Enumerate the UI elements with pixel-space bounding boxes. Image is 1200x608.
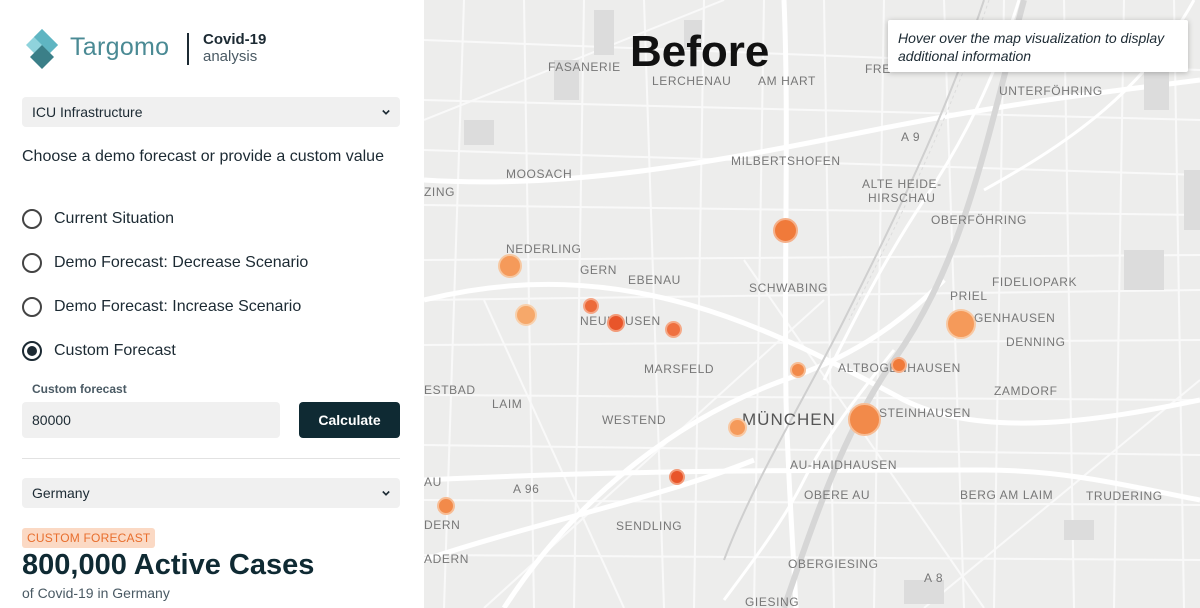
radio-current-situation[interactable]: Current Situation	[22, 207, 174, 231]
layer-select[interactable]: ICU Infrastructure	[22, 97, 400, 127]
map-label-hirschau: HIRSCHAU	[868, 191, 936, 205]
radio-custom-forecast[interactable]: Custom Forecast	[22, 339, 176, 363]
icu-bubble[interactable]	[848, 403, 881, 436]
icu-bubble[interactable]	[515, 304, 537, 326]
map-label-zamdorf: ZAMDORF	[994, 384, 1058, 398]
chevron-down-icon	[382, 489, 390, 497]
icu-bubble[interactable]	[790, 362, 806, 378]
map-label-milbertshofen: MILBERTSHOFEN	[731, 154, 841, 168]
icu-bubble[interactable]	[665, 321, 682, 338]
map-label-oberfohring: OBERFÖHRING	[931, 213, 1027, 227]
icu-bubble[interactable]	[498, 254, 522, 278]
map-label-au: AU	[424, 475, 442, 489]
map-label-muenchen: MÜNCHEN	[742, 410, 836, 429]
targomo-logo-icon	[26, 29, 58, 69]
map-label-ebenau: EBENAU	[628, 273, 681, 287]
icu-bubble[interactable]	[583, 298, 599, 314]
radio-button[interactable]	[22, 297, 42, 317]
map-view[interactable]: FASANERIE LERCHENAU AM HART FRE UNTERFÖH…	[424, 0, 1200, 608]
map-label-dern: DERN	[424, 518, 461, 532]
map-label-schwabing: SCHWABING	[749, 281, 828, 295]
map-label-adern: ADERN	[424, 552, 470, 566]
radio-label: Current Situation	[54, 210, 175, 227]
map-label-a9: A 9	[901, 130, 921, 144]
map-label-obere-au: OBERE AU	[804, 488, 871, 502]
sidebar: Targomo Covid-19 analysis ICU Infrastruc…	[0, 0, 424, 608]
map-label-fasanerie: FASANERIE	[548, 60, 621, 74]
forecast-prompt: Choose a demo forecast or provide a cust…	[22, 148, 384, 165]
divider	[22, 458, 400, 459]
map-label-denning: DENNING	[1006, 335, 1066, 349]
radio-label: Demo Forecast: Increase Scenario	[54, 298, 302, 315]
icu-bubble[interactable]	[728, 418, 747, 437]
map-label-zing: ZING	[424, 185, 456, 199]
map-hint-tooltip: Hover over the map visualization to disp…	[888, 20, 1188, 72]
radio-increase-scenario[interactable]: Demo Forecast: Increase Scenario	[22, 295, 301, 319]
map-label-freimann: FRE	[865, 62, 891, 76]
active-cases-subline: of Covid-19 in Germany	[22, 585, 170, 601]
radio-label: Custom Forecast	[54, 342, 176, 359]
calculate-button[interactable]: Calculate	[299, 402, 400, 438]
map-label-a8: A 8	[924, 571, 944, 585]
map-label-priel: PRIEL	[950, 289, 988, 303]
map-label-laim: LAIM	[492, 397, 523, 411]
map-label-nederling: NEDERLING	[506, 242, 582, 256]
icu-bubble[interactable]	[607, 314, 625, 332]
radio-button[interactable]	[22, 253, 42, 273]
brand-name: Targomo	[70, 33, 170, 61]
active-cases-headline: 800,000 Active Cases	[22, 549, 315, 581]
region-select[interactable]: Germany	[22, 478, 400, 508]
icu-bubble[interactable]	[891, 357, 907, 373]
radio-label: Demo Forecast: Decrease Scenario	[54, 254, 309, 271]
forecast-badge: CUSTOM FORECAST	[22, 528, 156, 548]
radio-decrease-scenario[interactable]: Demo Forecast: Decrease Scenario	[22, 251, 308, 275]
map-label-gern: GERN	[580, 263, 618, 277]
brand-divider	[187, 33, 189, 65]
icu-bubble[interactable]	[946, 309, 976, 339]
map-label-westend: WESTEND	[602, 413, 667, 427]
map-label-giesing: GIESING	[745, 595, 800, 608]
radio-button-selected[interactable]	[22, 341, 42, 361]
map-label-berg-am-laim: BERG AM LAIM	[960, 488, 1054, 502]
app-subtitle: analysis	[203, 48, 258, 65]
radio-button[interactable]	[22, 209, 42, 229]
icu-bubble[interactable]	[773, 218, 798, 243]
map-label-sendling: SENDLING	[616, 519, 683, 533]
map-label-unterfohring: UNTERFÖHRING	[999, 84, 1103, 98]
map-label-steinhausen: STEINHAUSEN	[879, 406, 971, 420]
map-label-a96: A 96	[513, 482, 540, 496]
before-overlay-title: Before	[630, 27, 770, 76]
map-label-obergiesing: OBERGIESING	[788, 557, 879, 571]
layer-select-value: ICU Infrastructure	[32, 104, 143, 120]
map-label-alte-heide: ALTE HEIDE-	[862, 177, 942, 191]
chevron-down-icon	[382, 108, 390, 116]
custom-forecast-input[interactable]	[22, 402, 280, 438]
map-label-moosach: MOOSACH	[506, 167, 573, 181]
map-label-trudering: TRUDERING	[1086, 489, 1163, 503]
map-label-au-haidhausen: AU-HAIDHAUSEN	[790, 458, 898, 472]
map-label-estbad: ESTBAD	[424, 383, 476, 397]
icu-bubble[interactable]	[669, 469, 685, 485]
map-label-fideliopark: FIDELIOPARK	[992, 275, 1078, 289]
map-label-bogenhausen: GENHAUSEN	[974, 311, 1056, 325]
custom-forecast-label: Custom forecast	[32, 382, 127, 396]
app-title: Covid-19	[203, 31, 267, 48]
map-label-marsfeld: MARSFELD	[644, 362, 715, 376]
icu-bubble[interactable]	[437, 497, 455, 515]
radio-dot	[27, 346, 37, 356]
region-select-value: Germany	[32, 485, 90, 501]
